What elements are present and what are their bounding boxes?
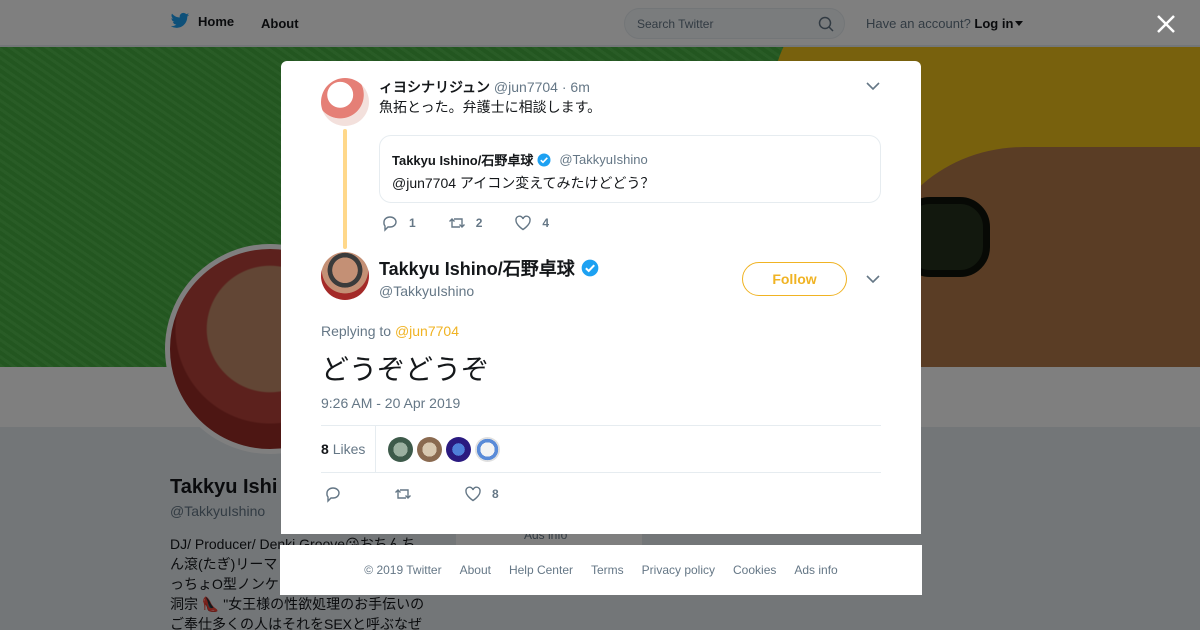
likes-summary[interactable]: 8 Likes xyxy=(321,441,365,457)
reply-button[interactable] xyxy=(324,485,342,503)
quoted-tweet[interactable]: Takkyu Ishino/石野卓球 @TakkyuIshino @jun770… xyxy=(379,135,881,203)
footer-privacy-link[interactable]: Privacy policy xyxy=(642,563,715,577)
footer-help-link[interactable]: Help Center xyxy=(509,563,573,577)
thread-connector xyxy=(343,129,347,249)
like-count: 8 xyxy=(492,487,499,501)
likes-number: 8 xyxy=(321,441,329,457)
like-button[interactable]: 4 xyxy=(514,214,549,232)
main-tweet-handle[interactable]: @TakkyuIshino xyxy=(379,283,474,299)
footer-ads-link[interactable]: Ads info xyxy=(794,563,837,577)
reply-icon xyxy=(326,487,340,503)
follow-button[interactable]: Follow xyxy=(742,262,847,296)
liker-avatar[interactable] xyxy=(388,437,413,462)
verified-badge-icon xyxy=(537,153,551,166)
quoted-tweet-name: Takkyu Ishino/石野卓球 xyxy=(392,153,534,168)
heart-icon xyxy=(465,486,481,502)
retweet-count: 2 xyxy=(475,216,483,230)
tweet-modal: ィヨシナリジュン @jun7704 · 6m 魚拓とった。弁護士に相談します。 … xyxy=(281,61,921,534)
reply-count: 1 xyxy=(409,216,416,230)
footer-terms-link[interactable]: Terms xyxy=(591,563,624,577)
main-tweet-timestamp[interactable]: 9:26 AM - 20 Apr 2019 xyxy=(321,395,460,411)
footer-about-link[interactable]: About xyxy=(460,563,491,577)
main-tweet-actions: 8 xyxy=(324,485,531,503)
parent-tweet-text: 魚拓とった。弁護士に相談します。 xyxy=(379,99,602,115)
chevron-down-icon[interactable] xyxy=(866,274,880,284)
retweet-button[interactable] xyxy=(394,485,412,503)
quoted-tweet-text: @jun7704 アイコン変えてみたけどどう？ xyxy=(392,175,655,191)
main-tweet-avatar[interactable] xyxy=(321,252,369,300)
parent-tweet-time[interactable]: · 6m xyxy=(562,79,590,95)
main-tweet-text: どうぞどうぞ xyxy=(321,354,490,385)
modal-footer: © 2019 Twitter About Help Center Terms P… xyxy=(280,545,922,595)
retweet-icon xyxy=(448,218,465,228)
parent-tweet-actions: 1 2 4 xyxy=(381,214,581,232)
like-button[interactable]: 8 xyxy=(464,485,499,503)
chevron-down-icon[interactable] xyxy=(866,81,880,91)
divider xyxy=(321,472,881,473)
main-tweet-name-row[interactable]: Takkyu Ishino/石野卓球 xyxy=(379,255,599,281)
reply-button[interactable]: 1 xyxy=(381,214,416,232)
parent-tweet-avatar[interactable] xyxy=(321,78,369,126)
verified-badge-icon xyxy=(581,259,599,277)
heart-icon xyxy=(515,215,532,231)
liker-avatar[interactable] xyxy=(446,437,471,462)
likes-row: 8 Likes xyxy=(321,426,881,472)
retweet-icon xyxy=(395,489,411,499)
quoted-tweet-handle: @TakkyuIshino xyxy=(559,152,648,167)
replying-to: Replying to @jun7704 xyxy=(321,323,459,339)
parent-tweet-name[interactable]: ィヨシナリジュン xyxy=(379,79,490,95)
likes-word: Likes xyxy=(332,441,366,457)
liker-avatar[interactable] xyxy=(417,437,442,462)
like-count: 4 xyxy=(542,216,550,230)
parent-tweet-handle[interactable]: @jun7704 xyxy=(494,79,558,95)
reply-icon xyxy=(383,216,397,232)
divider xyxy=(375,426,376,472)
close-icon[interactable] xyxy=(1156,14,1176,34)
quoted-tweet-header: Takkyu Ishino/石野卓球 @TakkyuIshino xyxy=(392,150,648,169)
replying-prefix: Replying to xyxy=(321,323,392,339)
liker-avatar[interactable] xyxy=(475,437,500,462)
parent-tweet-header: ィヨシナリジュン @jun7704 · 6m xyxy=(379,77,590,97)
retweet-button[interactable]: 2 xyxy=(448,214,483,232)
footer-cookies-link[interactable]: Cookies xyxy=(733,563,776,577)
footer-copyright: © 2019 Twitter xyxy=(364,563,442,577)
main-tweet-name: Takkyu Ishino/石野卓球 xyxy=(379,259,575,279)
replying-to-link[interactable]: @jun7704 xyxy=(395,323,459,339)
